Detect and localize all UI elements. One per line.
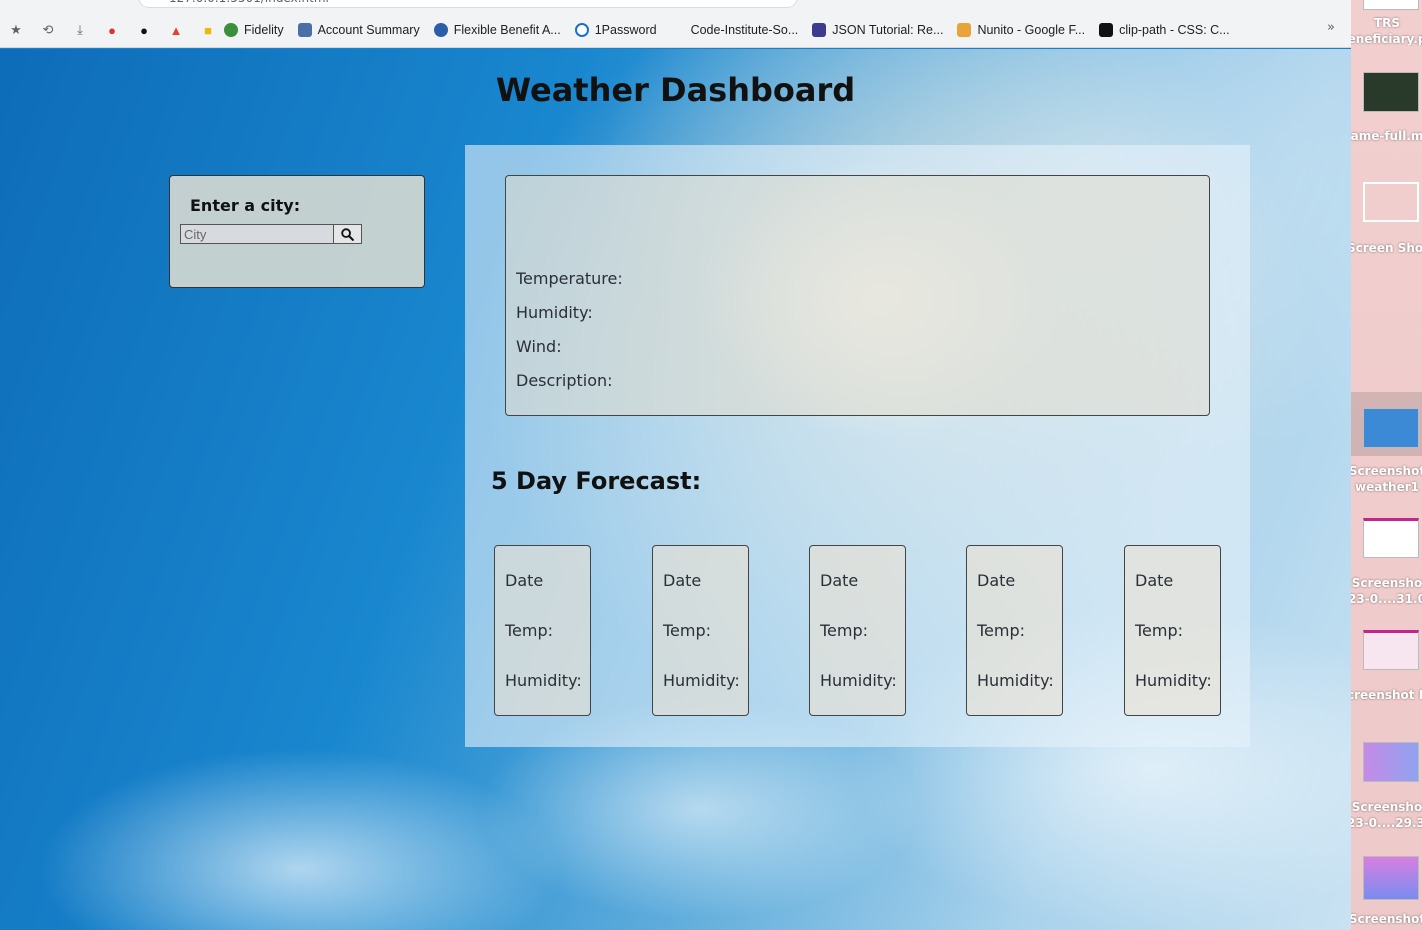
forecast-title: 5 Day Forecast: (491, 467, 702, 495)
bookmark-clip-path[interactable]: clip-path - CSS: C... (1099, 23, 1230, 37)
file-label: Screensho (1351, 800, 1422, 814)
forecast-temp: Temp: (663, 621, 712, 640)
video-thumbnail (1363, 72, 1419, 112)
file-label: Screen Shot (1351, 241, 1422, 255)
address-bar[interactable]: 127.0.0.1:5501/index.html (138, 0, 798, 8)
bookmark-account-summary[interactable]: Account Summary (297, 23, 420, 37)
forecast-card: Date Temp: Humidity: (652, 545, 749, 716)
github-icon[interactable]: ● (136, 22, 152, 38)
search-panel: Enter a city: (169, 175, 425, 288)
bookmark-label: Code-Institute-So... (690, 23, 799, 37)
bookmark-label: 1Password (594, 23, 657, 37)
search-button[interactable] (333, 224, 362, 244)
page-title: Weather Dashboard (495, 71, 856, 109)
file-label: TRS (1373, 16, 1401, 30)
bookmark-code-institute[interactable]: Code-Institute-So... (691, 23, 799, 37)
forecast-temp: Temp: (820, 621, 869, 640)
forecast-card: Date Temp: Humidity: (1124, 545, 1221, 716)
fidelity-icon (224, 23, 238, 37)
search-icon (341, 227, 354, 241)
file-thumbnail (1363, 0, 1419, 10)
red-extension-icon[interactable]: ● (104, 22, 120, 38)
forecast-temp: Temp: (977, 621, 1026, 640)
1password-icon (574, 23, 589, 37)
file-label: Screenshot (1351, 912, 1422, 926)
city-input[interactable] (180, 224, 334, 244)
forecast-date: Date (820, 571, 859, 590)
gitlab-icon[interactable]: ▲ (168, 22, 184, 38)
browser-chrome: 127.0.0.1:5501/index.html ★ ⟲ ⤓ ● ● ▲ ■ … (0, 0, 1351, 48)
current-weather-card: Temperature: Humidity: Wind: Description… (505, 175, 1210, 416)
forecast-humidity: Humidity: (820, 671, 897, 690)
file-thumbnail (1363, 408, 1419, 448)
forecast-card: Date Temp: Humidity: (966, 545, 1063, 716)
file-thumbnail (1363, 742, 1419, 782)
forecast-humidity: Humidity: (977, 671, 1054, 690)
bookmark-nunito[interactable]: Nunito - Google F... (957, 23, 1085, 37)
google-fonts-icon (957, 23, 972, 37)
current-temperature: Temperature: (516, 269, 623, 288)
forecast-card: Date Temp: Humidity: (494, 545, 591, 716)
bookmark-fidelity[interactable]: Fidelity (224, 23, 284, 37)
file-label: Screensho (1351, 576, 1422, 590)
download-icon[interactable]: ⤓ (72, 22, 88, 38)
more-bookmarks-icon[interactable]: » (1327, 20, 1335, 35)
current-humidity: Humidity: (516, 303, 593, 322)
page-viewport: Weather Dashboard Enter a city: Temperat… (0, 49, 1351, 930)
forecast-date: Date (1135, 571, 1174, 590)
desktop-file-selected[interactable]: Screenshot weather1 (1351, 392, 1422, 494)
file-thumbnail (1363, 630, 1419, 670)
star-icon[interactable]: ★ (8, 22, 24, 38)
file-label: 23-0....31.0 (1351, 592, 1422, 606)
file-thumbnail (1363, 856, 1419, 900)
file-label: ame-full.m (1351, 129, 1422, 143)
yellow-extension-icon[interactable]: ■ (200, 22, 216, 38)
bookmark-label: Nunito - Google F... (977, 23, 1086, 37)
desktop-area: TRS eneficiary.p ame-full.m Screen Shot … (1351, 0, 1422, 930)
bookmarks-bar: ★ ⟲ ⤓ ● ● ▲ ■ Fidelity Account Summary F… (0, 18, 1244, 42)
account-summary-icon (297, 23, 312, 37)
forecast-temp: Temp: (1135, 621, 1184, 640)
bookmark-json-tutorial[interactable]: JSON Tutorial: Re... (812, 23, 943, 37)
current-description: Description: (516, 371, 613, 390)
bookmark-label: Account Summary (317, 23, 420, 37)
forecast-date: Date (505, 571, 544, 590)
file-label: weather1 (1354, 480, 1419, 494)
forecast-humidity: Humidity: (663, 671, 740, 690)
bookmark-1password[interactable]: 1Password (574, 23, 657, 37)
folder-icon (1363, 182, 1419, 222)
flexible-benefit-icon (433, 23, 448, 37)
current-wind: Wind: (516, 337, 562, 356)
file-label: Screenshot (1351, 464, 1422, 478)
file-label: creenshot N (1351, 688, 1422, 702)
forecast-humidity: Humidity: (1135, 671, 1212, 690)
file-label: eneficiary.p (1351, 32, 1422, 46)
file-thumbnail (1363, 518, 1419, 558)
bookmark-label: Fidelity (244, 23, 284, 37)
forecast-humidity: Humidity: (505, 671, 582, 690)
forecast-date: Date (663, 571, 702, 590)
bookmark-label: clip-path - CSS: C... (1119, 23, 1230, 37)
forecast-card: Date Temp: Humidity: (809, 545, 906, 716)
file-label: 23-0....29.30 (1351, 816, 1422, 830)
mdn-icon (1099, 23, 1114, 37)
bookmark-label: JSON Tutorial: Re... (832, 23, 944, 37)
search-label: Enter a city: (190, 196, 301, 215)
forecast-date: Date (977, 571, 1016, 590)
bookmark-label: Flexible Benefit A... (453, 23, 561, 37)
bookmark-flexible-benefit[interactable]: Flexible Benefit A... (433, 23, 561, 37)
forecast-temp: Temp: (505, 621, 554, 640)
history-icon[interactable]: ⟲ (40, 22, 56, 38)
floppy-icon (812, 23, 827, 37)
results-panel: Temperature: Humidity: Wind: Description… (465, 145, 1250, 747)
address-bar-strip: 127.0.0.1:5501/index.html (0, 0, 1351, 10)
